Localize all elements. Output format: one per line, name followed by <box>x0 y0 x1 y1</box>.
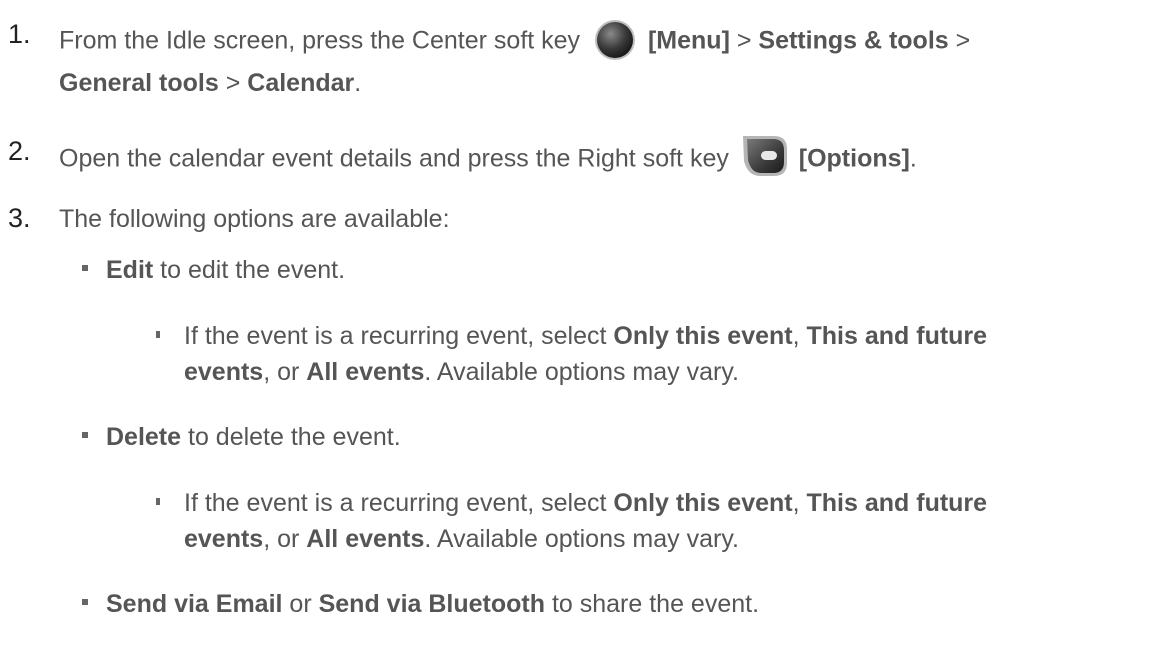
step-1-line-2: General tools > Calendar. <box>59 69 362 97</box>
bullet-small <box>156 331 160 338</box>
bullet-small <box>156 498 160 505</box>
bullet-square <box>82 599 88 605</box>
step-1-line-1: From the Idle screen, press the Center s… <box>59 20 970 64</box>
option-delete-note-line-2: events, or All events. Available options… <box>184 525 739 553</box>
option-edit: Edit to edit the event. <box>106 256 346 284</box>
step-number: 1. <box>8 19 31 49</box>
option-send: Send via Email or Send via Bluetooth to … <box>106 590 760 618</box>
option-delete: Delete to delete the event. <box>106 423 401 451</box>
center-soft-key-icon <box>595 20 636 60</box>
bullet-square <box>82 265 88 271</box>
option-edit-note-line-2: events, or All events. Available options… <box>184 358 739 386</box>
step-2-line: Open the calendar event details and pres… <box>59 136 917 183</box>
step-3-line: The following options are available: <box>59 205 450 233</box>
step-number: 3. <box>8 203 31 233</box>
step-number: 2. <box>8 136 31 166</box>
option-delete-note-line-1: If the event is a recurring event, selec… <box>184 489 988 517</box>
right-soft-key-icon <box>742 136 787 176</box>
bullet-square <box>82 432 88 438</box>
option-edit-note-line-1: If the event is a recurring event, selec… <box>184 322 988 350</box>
